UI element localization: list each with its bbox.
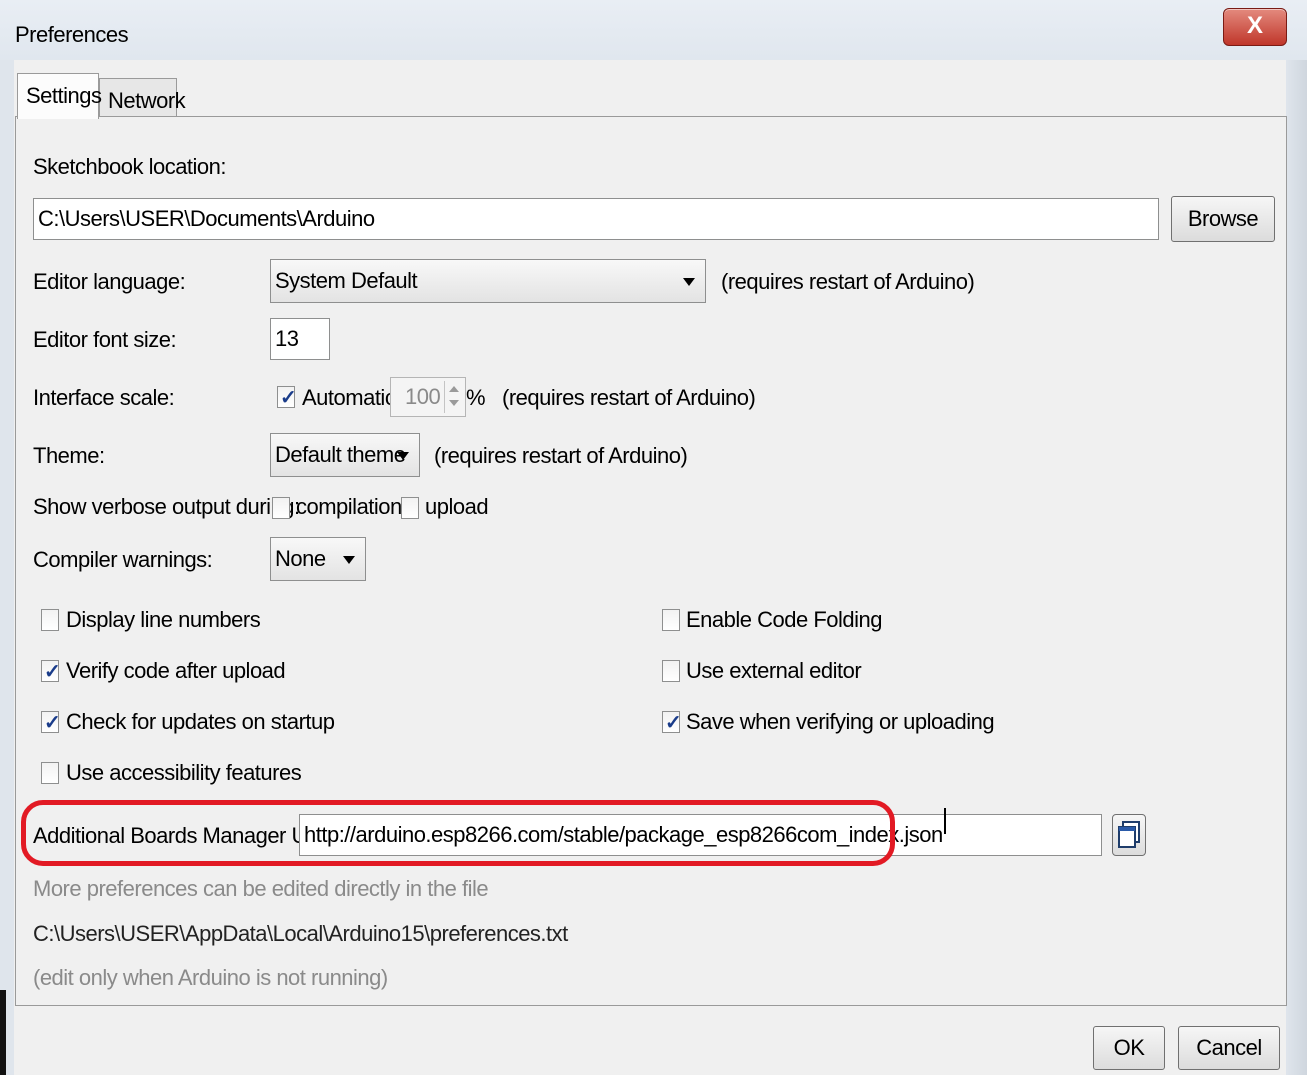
interface-scale-spinner[interactable]: 100 xyxy=(390,377,466,417)
interface-scale-label: Interface scale: xyxy=(33,385,175,410)
compiler-warnings-label: Compiler warnings: xyxy=(33,547,213,572)
verify-after-upload-checkbox[interactable] xyxy=(41,659,61,684)
settings-panel: Sketchbook location: C:\Users\USER\Docum… xyxy=(15,116,1287,1006)
theme-select[interactable]: Default theme xyxy=(270,433,420,477)
sketchbook-label: Sketchbook location: xyxy=(33,154,227,179)
spinner-arrows-icon[interactable] xyxy=(444,381,463,413)
compiler-warnings-select[interactable]: None xyxy=(270,537,366,581)
accessibility-label: Use accessibility features xyxy=(66,760,302,785)
title-bar[interactable] xyxy=(0,0,1307,66)
theme-label: Theme: xyxy=(33,443,105,468)
editor-font-size-input[interactable]: 13 xyxy=(270,318,330,360)
save-on-verify-checkbox[interactable] xyxy=(662,710,682,735)
code-folding-checkbox[interactable] xyxy=(662,609,680,631)
automatic-scale-checkbox[interactable] xyxy=(277,385,297,410)
verify-after-upload-label: Verify code after upload xyxy=(66,658,286,683)
text-caret xyxy=(943,808,946,834)
display-line-numbers-checkbox[interactable] xyxy=(41,609,59,631)
tab-network-label: Network xyxy=(108,88,186,113)
window-frame-right xyxy=(1286,60,1307,1075)
verbose-compilation-label: compilation xyxy=(296,494,402,519)
interface-scale-unit: % xyxy=(466,385,486,410)
highlight-annotation xyxy=(21,800,895,866)
editor-language-label: Editor language: xyxy=(33,269,186,294)
tab-settings-label: Settings xyxy=(26,83,102,108)
browse-button[interactable]: Browse xyxy=(1171,196,1275,242)
preferences-file-path: C:\Users\USER\AppData\Local\Arduino15\pr… xyxy=(33,921,568,946)
editor-font-size-label: Editor font size: xyxy=(33,327,177,352)
info-text: More preferences can be edited directly … xyxy=(33,876,489,901)
close-button[interactable]: X xyxy=(1223,8,1287,46)
save-on-verify-label: Save when verifying or uploading xyxy=(686,709,995,734)
edit-urls-button[interactable] xyxy=(1112,814,1146,856)
chevron-down-icon xyxy=(683,278,695,286)
verbose-compilation-checkbox[interactable] xyxy=(272,497,290,519)
check-updates-label: Check for updates on startup xyxy=(66,709,335,734)
sketchbook-location-input[interactable]: C:\Users\USER\Documents\Arduino xyxy=(33,198,1159,240)
check-updates-checkbox[interactable] xyxy=(41,710,61,735)
compiler-warnings-value: None xyxy=(275,546,326,571)
theme-value: Default theme xyxy=(275,442,406,467)
interface-scale-value: 100 xyxy=(405,384,441,409)
ok-button[interactable]: OK xyxy=(1093,1026,1165,1070)
window-title: Preferences xyxy=(15,22,129,47)
interface-scale-note: (requires restart of Arduino) xyxy=(502,385,756,410)
editor-language-value: System Default xyxy=(275,268,418,293)
edit-note-text: (edit only when Arduino is not running) xyxy=(33,965,388,990)
tab-network[interactable]: Network xyxy=(99,78,186,117)
code-folding-label: Enable Code Folding xyxy=(686,607,882,632)
chevron-down-icon xyxy=(397,452,409,460)
external-editor-checkbox[interactable] xyxy=(662,660,680,682)
cancel-button[interactable]: Cancel xyxy=(1178,1026,1280,1070)
window-stack-icon xyxy=(1118,821,1140,848)
editor-font-size-value: 13 xyxy=(275,326,299,351)
editor-language-select[interactable]: System Default xyxy=(270,259,706,303)
window-frame-left xyxy=(0,60,14,1075)
accessibility-checkbox[interactable] xyxy=(41,762,59,784)
external-editor-label: Use external editor xyxy=(686,658,862,683)
theme-note: (requires restart of Arduino) xyxy=(434,443,688,468)
editor-language-note: (requires restart of Arduino) xyxy=(721,269,975,294)
display-line-numbers-label: Display line numbers xyxy=(66,607,261,632)
verbose-label: Show verbose output during: xyxy=(33,494,300,519)
automatic-scale-label: Automatic xyxy=(302,385,396,410)
background-edge xyxy=(0,990,6,1075)
sketchbook-location-value: C:\Users\USER\Documents\Arduino xyxy=(38,206,375,231)
tab-settings[interactable]: Settings xyxy=(17,73,102,119)
chevron-down-icon xyxy=(343,556,355,564)
verbose-upload-checkbox[interactable] xyxy=(401,497,419,519)
verbose-upload-label: upload xyxy=(425,494,489,519)
